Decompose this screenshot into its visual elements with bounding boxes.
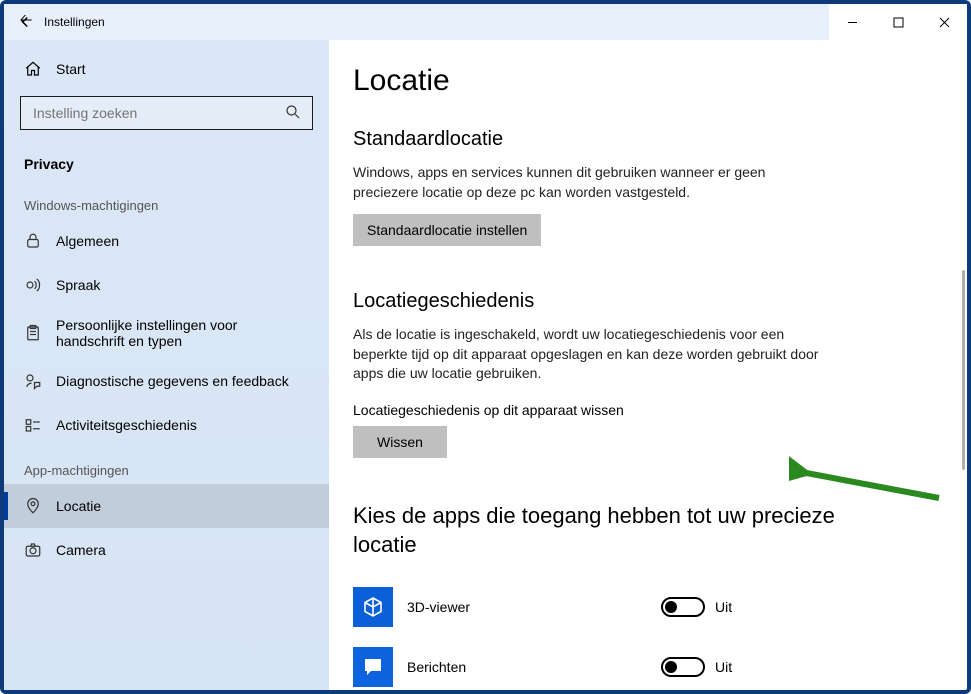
maximize-icon [893, 17, 904, 28]
sidebar-item-label: Camera [56, 542, 106, 558]
app-toggle-3d-viewer[interactable]: Uit [661, 597, 732, 617]
minimize-button[interactable] [829, 4, 875, 40]
camera-icon [24, 541, 42, 559]
toggle-label: Uit [715, 599, 732, 615]
close-icon [939, 17, 950, 28]
app-row-3d-viewer: 3D-viewer Uit [353, 577, 873, 637]
sidebar-group-windows: Windows-machtigingen [4, 182, 329, 219]
sidebar-category: Privacy [4, 146, 329, 182]
home-icon [24, 60, 42, 78]
clipboard-icon [24, 324, 42, 342]
content-area: Locatie Standaardlocatie Windows, apps e… [329, 40, 967, 690]
window-controls [829, 4, 967, 40]
scrollbar[interactable] [962, 270, 965, 470]
app-name-berichten: Berichten [407, 659, 647, 675]
app-icon-3d-viewer [353, 587, 393, 627]
feedback-icon [24, 372, 42, 390]
page-title: Locatie [353, 64, 967, 98]
sidebar-group-apps: App-machtigingen [4, 447, 329, 484]
toggle-off-icon [661, 597, 705, 617]
toggle-label: Uit [715, 659, 732, 675]
minimize-icon [847, 17, 858, 28]
sidebar-item-algemeen[interactable]: Algemeen [4, 219, 329, 263]
app-row-berichten: Berichten Uit [353, 637, 873, 690]
close-button[interactable] [921, 4, 967, 40]
app-access-list: 3D-viewer Uit Berichten Uit [353, 577, 873, 690]
clear-history-button[interactable]: Wissen [353, 426, 447, 458]
sidebar-home[interactable]: Start [4, 50, 329, 88]
titlebar: 🡠 Instellingen [4, 4, 967, 40]
window-title: Instellingen [44, 15, 105, 29]
search-box[interactable] [20, 96, 313, 130]
sidebar-item-diagnostiek[interactable]: Diagnostische gegevens en feedback [4, 359, 329, 403]
back-button[interactable]: 🡠 [4, 4, 44, 40]
set-default-location-button[interactable]: Standaardlocatie instellen [353, 214, 541, 246]
lock-icon [24, 232, 42, 250]
sidebar-item-label: Activiteitsgeschiedenis [56, 417, 197, 433]
section-apps-heading: Kies de apps die toegang hebben tot uw p… [353, 502, 853, 559]
history-sub-label: Locatiegeschiedenis op dit apparaat wiss… [353, 402, 967, 418]
sidebar-item-locatie[interactable]: Locatie [4, 484, 329, 528]
sidebar-item-activiteit[interactable]: Activiteitsgeschiedenis [4, 403, 329, 447]
sidebar-item-label: Locatie [56, 498, 101, 514]
sidebar-item-spraak[interactable]: Spraak [4, 263, 329, 307]
section-history-desc: Als de locatie is ingeschakeld, wordt uw… [353, 325, 833, 384]
sidebar-item-handschrift[interactable]: Persoonlijke instellingen voor handschri… [4, 307, 329, 359]
timeline-icon [24, 416, 42, 434]
speech-icon [24, 276, 42, 294]
sidebar: Start Privacy Windows-machtigingen Algem… [4, 40, 329, 690]
search-icon [284, 103, 302, 124]
sidebar-item-label: Algemeen [56, 233, 119, 249]
location-icon [24, 497, 42, 515]
app-icon-berichten [353, 647, 393, 687]
toggle-off-icon [661, 657, 705, 677]
sidebar-item-camera[interactable]: Camera [4, 528, 329, 572]
section-default-location-desc: Windows, apps en services kunnen dit geb… [353, 163, 833, 202]
search-input[interactable] [31, 104, 284, 122]
app-name-3d-viewer: 3D-viewer [407, 599, 647, 615]
sidebar-item-label: Diagnostische gegevens en feedback [56, 373, 289, 389]
section-history-heading: Locatiegeschiedenis [353, 290, 967, 313]
app-toggle-berichten[interactable]: Uit [661, 657, 732, 677]
sidebar-home-label: Start [56, 61, 86, 77]
section-default-location-heading: Standaardlocatie [353, 128, 967, 151]
maximize-button[interactable] [875, 4, 921, 40]
sidebar-item-label: Persoonlijke instellingen voor handschri… [56, 317, 296, 349]
sidebar-item-label: Spraak [56, 277, 100, 293]
